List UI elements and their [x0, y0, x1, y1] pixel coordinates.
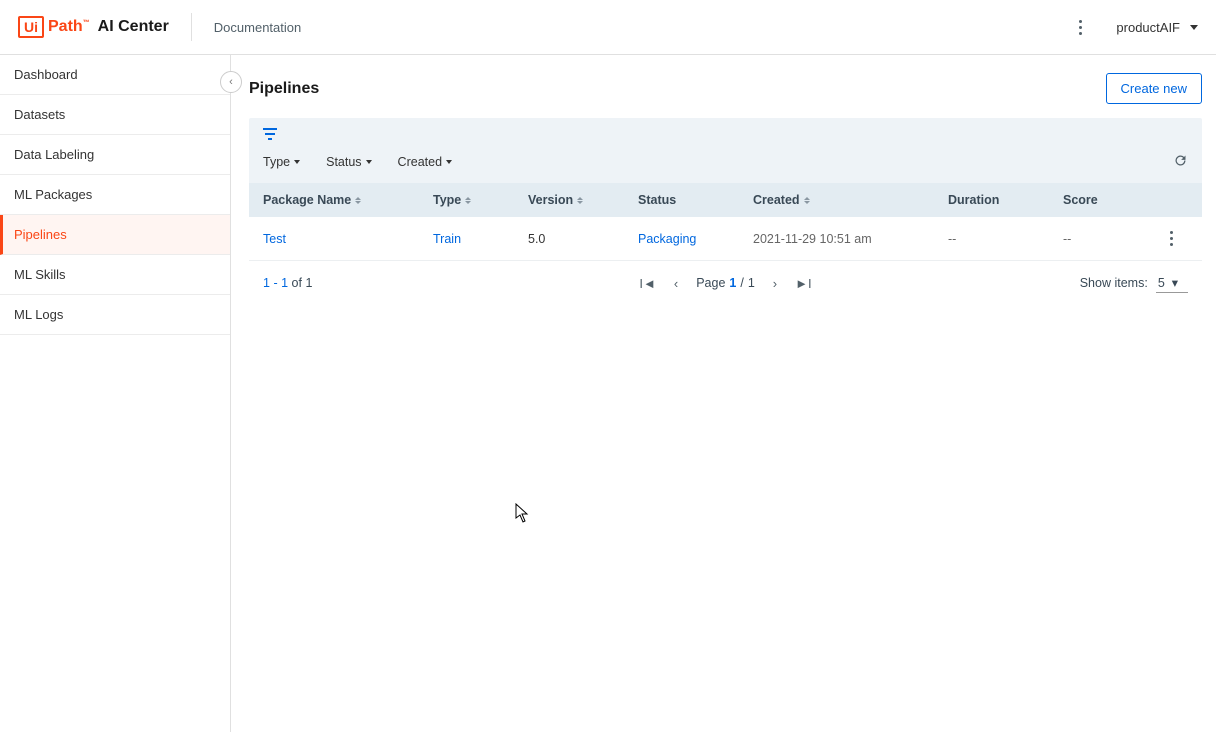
app-header: Ui Path™ AI Center Documentation product…: [0, 0, 1216, 55]
col-label: Status: [638, 193, 676, 207]
cell-score: --: [1063, 232, 1133, 246]
user-name: productAIF: [1116, 20, 1180, 35]
main-content: Pipelines Create new Type Status Cre: [231, 55, 1216, 732]
col-version[interactable]: Version: [528, 193, 638, 207]
col-created[interactable]: Created: [753, 193, 948, 207]
create-new-button[interactable]: Create new: [1106, 73, 1202, 104]
mouse-cursor-icon: [515, 503, 531, 523]
cell-created: 2021-11-29 10:51 am: [753, 232, 948, 246]
caret-down-icon: [446, 160, 452, 164]
col-label: Created: [753, 193, 800, 207]
page-sep: /: [740, 276, 743, 290]
logo-path-text: Path: [48, 18, 83, 35]
header-more-icon[interactable]: [1072, 20, 1088, 35]
filter-status-label: Status: [326, 155, 361, 169]
caret-down-icon: [366, 160, 372, 164]
app-name: AI Center: [98, 18, 169, 36]
logo-ui: Ui: [18, 16, 44, 38]
logo: Ui Path™ AI Center: [18, 16, 169, 38]
filter-status[interactable]: Status: [326, 155, 371, 169]
sidebar: Dashboard Datasets Data Labeling ML Pack…: [0, 55, 231, 732]
sort-icon: [577, 197, 583, 204]
filter-type-label: Type: [263, 155, 290, 169]
range-to: 1: [281, 276, 288, 290]
of-word: of: [292, 276, 302, 290]
col-package-name[interactable]: Package Name: [263, 193, 433, 207]
table-row: Test Train 5.0 Packaging 2021-11-29 10:5…: [249, 217, 1202, 261]
page-prev-icon[interactable]: ‹: [674, 276, 678, 291]
cell-duration: --: [948, 232, 1063, 246]
sidebar-item-dashboard[interactable]: Dashboard: [0, 55, 230, 95]
sort-icon: [804, 197, 810, 204]
filter-created-label: Created: [398, 155, 442, 169]
page-current: 1: [729, 276, 736, 290]
show-items-label: Show items:: [1080, 276, 1148, 290]
refresh-icon[interactable]: [1173, 153, 1188, 171]
sidebar-item-pipelines[interactable]: Pipelines: [0, 215, 230, 255]
logo-path: Path™: [48, 18, 90, 36]
col-label: Score: [1063, 193, 1098, 207]
header-divider: [191, 13, 192, 41]
caret-down-icon: [294, 160, 300, 164]
cell-type[interactable]: Train: [433, 232, 528, 246]
sidebar-item-ml-packages[interactable]: ML Packages: [0, 175, 230, 215]
sidebar-item-ml-logs[interactable]: ML Logs: [0, 295, 230, 335]
row-menu-icon[interactable]: [1170, 231, 1173, 246]
page-next-icon[interactable]: ›: [773, 276, 777, 291]
documentation-link[interactable]: Documentation: [214, 20, 301, 35]
sidebar-item-ml-skills[interactable]: ML Skills: [0, 255, 230, 295]
sort-icon: [355, 197, 361, 204]
sidebar-item-datasets[interactable]: Datasets: [0, 95, 230, 135]
col-label: Package Name: [263, 193, 351, 207]
col-label: Duration: [948, 193, 999, 207]
filter-type[interactable]: Type: [263, 155, 300, 169]
total-count: 1: [305, 276, 312, 290]
logo-tm: ™: [83, 20, 90, 27]
filter-icon[interactable]: [263, 128, 277, 143]
cell-package-name[interactable]: Test: [263, 232, 433, 246]
cell-version: 5.0: [528, 232, 638, 246]
table-header: Package Name Type Version Status Created: [249, 183, 1202, 217]
col-type[interactable]: Type: [433, 193, 528, 207]
range-from: 1: [263, 276, 270, 290]
col-score[interactable]: Score: [1063, 193, 1133, 207]
col-label: Version: [528, 193, 573, 207]
pipelines-table: Type Status Created Package Name: [249, 118, 1202, 305]
chevron-down-icon: [1190, 25, 1198, 30]
col-label: Type: [433, 193, 461, 207]
user-menu[interactable]: productAIF: [1116, 20, 1198, 35]
page-word: Page: [696, 276, 725, 290]
col-duration[interactable]: Duration: [948, 193, 1063, 207]
cell-status[interactable]: Packaging: [638, 232, 753, 246]
page-last-icon[interactable]: ►I: [795, 276, 811, 291]
page-title: Pipelines: [249, 80, 319, 98]
page-total: 1: [748, 276, 755, 290]
sidebar-item-data-labeling[interactable]: Data Labeling: [0, 135, 230, 175]
page-first-icon[interactable]: I◄: [639, 276, 655, 291]
show-items-select[interactable]: 5 ▾: [1156, 273, 1188, 293]
show-items-value: 5: [1158, 276, 1165, 290]
pagination: 1 - 1 of 1 I◄ ‹ Page 1 / 1: [249, 261, 1202, 305]
filter-created[interactable]: Created: [398, 155, 452, 169]
col-status[interactable]: Status: [638, 193, 753, 207]
sort-icon: [465, 197, 471, 204]
